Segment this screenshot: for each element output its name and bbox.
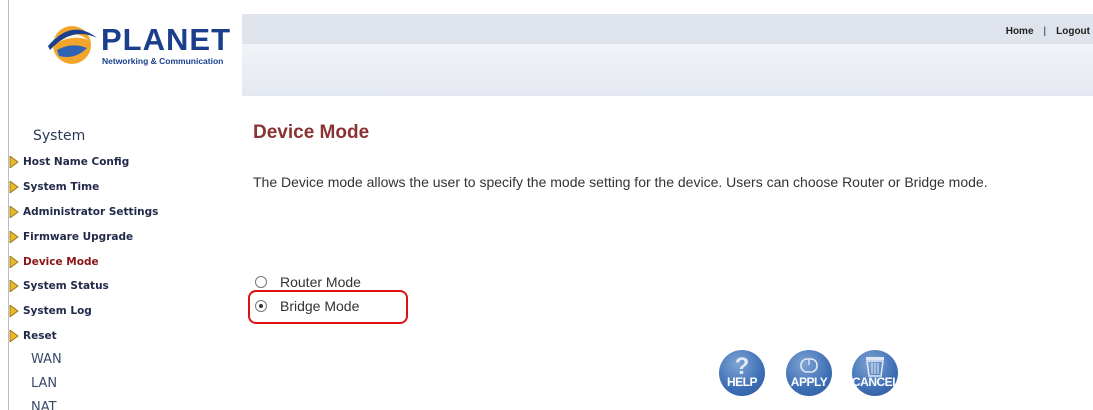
header-links: Home | Logout [1006, 26, 1090, 37]
triangle-right-icon [9, 305, 19, 318]
triangle-right-icon [9, 329, 19, 342]
sidebar-item-label: System Time [23, 181, 100, 194]
home-link[interactable]: Home [1006, 26, 1034, 37]
sidebar-item-reset[interactable]: Reset [9, 324, 242, 349]
sidebar-item-label: Device Mode [23, 255, 99, 268]
help-label: HELP [726, 375, 758, 389]
logout-link[interactable]: Logout [1056, 26, 1090, 37]
sidebar-group-nat[interactable]: NAT [31, 400, 57, 410]
header-banner [242, 44, 1093, 96]
page-title: Device Mode [253, 122, 370, 143]
planet-logo-icon [48, 26, 97, 64]
page-description: The Device mode allows the user to speci… [253, 174, 988, 190]
bridge-mode-option[interactable]: Bridge Mode [255, 298, 359, 314]
sidebar: PLANET Networking & Communication System… [9, 0, 242, 410]
sidebar-item-label: System Status [23, 280, 109, 293]
sidebar-menu: Host Name Config System Time Administrat… [9, 150, 242, 348]
router-mode-label: Router Mode [280, 274, 361, 290]
header-bar: Home | Logout [242, 14, 1093, 44]
help-button[interactable]: ? HELP [719, 350, 765, 396]
bridge-mode-radio[interactable] [255, 300, 267, 312]
cancel-button[interactable]: CANCEL [852, 350, 898, 396]
sidebar-item-firmware-upgrade[interactable]: Firmware Upgrade [9, 224, 242, 249]
triangle-right-icon [9, 230, 19, 243]
brand-name: PLANET [101, 22, 231, 57]
header-separator: | [1043, 26, 1047, 37]
sidebar-group-lan[interactable]: LAN [31, 376, 57, 391]
sidebar-item-label: System Log [23, 305, 92, 318]
planet-logo: PLANET Networking & Communication [45, 20, 230, 70]
triangle-right-icon [9, 181, 19, 194]
bridge-mode-label: Bridge Mode [280, 298, 360, 314]
sidebar-item-label: Firmware Upgrade [23, 230, 134, 243]
router-mode-radio[interactable] [255, 276, 267, 288]
router-mode-option[interactable]: Router Mode [255, 274, 361, 290]
sidebar-item-label: Host Name Config [23, 156, 130, 169]
sidebar-item-system-status[interactable]: System Status [9, 274, 242, 299]
sidebar-item-device-mode[interactable]: Device Mode [9, 249, 242, 274]
sidebar-item-label: Administrator Settings [23, 205, 159, 218]
triangle-right-icon [9, 156, 19, 169]
sidebar-item-system-time[interactable]: System Time [9, 175, 242, 200]
triangle-right-icon [9, 205, 19, 218]
sidebar-item-system-log[interactable]: System Log [9, 299, 242, 324]
sidebar-item-label: Reset [23, 329, 57, 342]
sidebar-item-administrator-settings[interactable]: Administrator Settings [9, 200, 242, 225]
apply-button[interactable]: APPLY [786, 350, 832, 396]
cancel-label: CANCEL [852, 375, 898, 389]
brand-tagline: Networking & Communication [102, 56, 224, 66]
sidebar-item-host-name-config[interactable]: Host Name Config [9, 150, 242, 175]
triangle-right-icon [9, 280, 19, 293]
triangle-right-icon [9, 255, 19, 268]
sidebar-section-system: System [33, 128, 86, 144]
apply-label: APPLY [790, 375, 828, 389]
sidebar-group-wan[interactable]: WAN [31, 352, 62, 367]
